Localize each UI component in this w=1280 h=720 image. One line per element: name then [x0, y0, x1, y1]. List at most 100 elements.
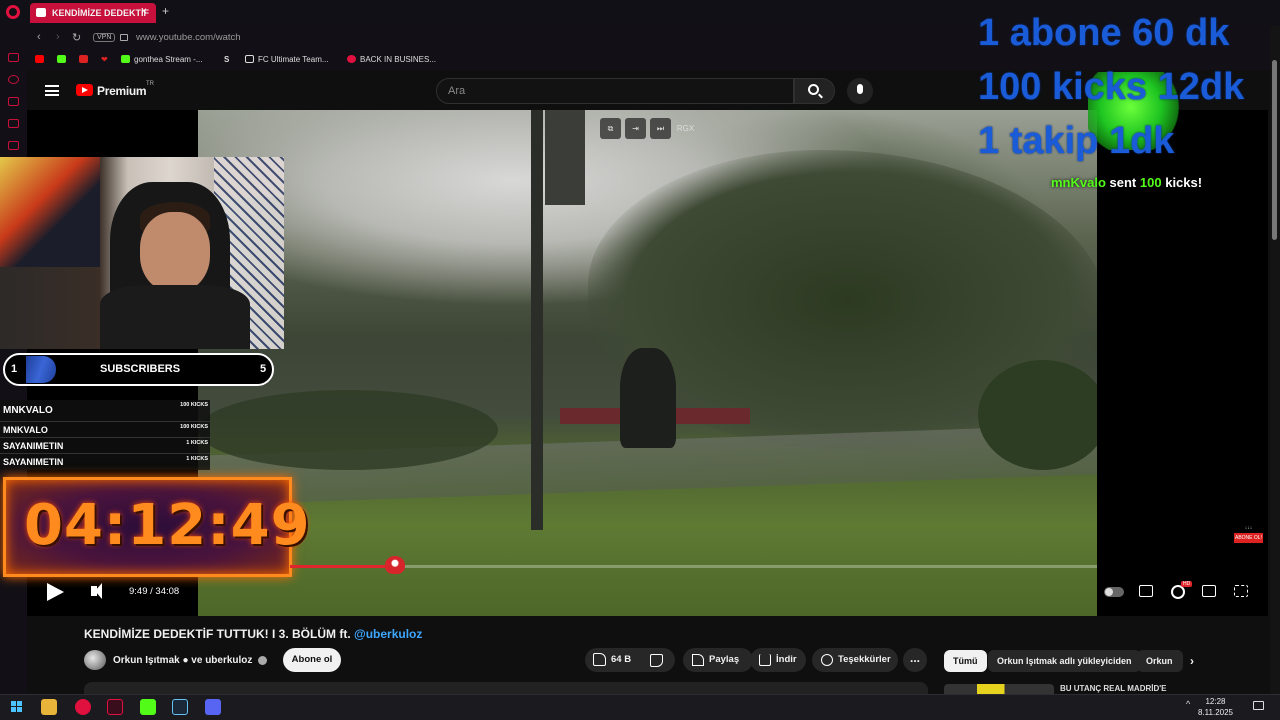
- opera-gx-active-taskbar-icon[interactable]: [107, 699, 123, 715]
- notification-center-icon[interactable]: [1253, 701, 1264, 710]
- taskbar-clock[interactable]: 12:28 8.11.2025: [1198, 696, 1233, 718]
- steam-taskbar-icon[interactable]: [172, 699, 188, 715]
- download-button[interactable]: İndir: [750, 648, 806, 672]
- bookmark-back-in-business[interactable]: BACK IN BUSINES...: [347, 55, 436, 64]
- leaderboard-row-name: SAYANIMETIN: [3, 457, 64, 467]
- subtitles-icon[interactable]: [1139, 585, 1153, 597]
- reload-icon[interactable]: ↻: [72, 31, 81, 44]
- video-title-mention-link[interactable]: @uberkuloz: [354, 627, 422, 641]
- forward-icon[interactable]: ›: [56, 31, 60, 43]
- share-button[interactable]: Paylaş: [683, 648, 753, 672]
- lock-icon[interactable]: [120, 34, 128, 41]
- bookmark-gonthea[interactable]: gonthea Stream -...: [121, 55, 202, 64]
- skip-video-icon[interactable]: ⏭: [650, 118, 671, 139]
- kick-leaderboard: MNKVALO 100 KICKS MNKVALO 100 KICKS SAYA…: [0, 400, 210, 470]
- alert-kicks: kicks!: [1165, 175, 1203, 190]
- bookmark-youtube-icon[interactable]: [35, 55, 48, 64]
- bookmark-s[interactable]: S: [224, 55, 229, 64]
- leaderboard-top-value: 100 KICKS: [180, 402, 208, 408]
- chip-all[interactable]: Tümü: [944, 650, 987, 672]
- hamburger-menu-icon[interactable]: [45, 85, 59, 96]
- verified-badge-icon: [258, 656, 267, 665]
- theater-mode-icon[interactable]: [1202, 585, 1216, 597]
- download-icon: [759, 654, 771, 666]
- search-button[interactable]: [794, 78, 835, 104]
- share-icon: [692, 654, 704, 666]
- like-icon[interactable]: [593, 653, 606, 666]
- new-tab-button[interactable]: +: [162, 4, 169, 18]
- bookmark-fc-ultimate[interactable]: FC Ultimate Team...: [245, 55, 329, 64]
- subscribe-button[interactable]: Abone ol: [283, 648, 341, 672]
- dislike-icon[interactable]: [650, 654, 663, 667]
- more-actions-button[interactable]: ...: [903, 648, 927, 672]
- sidebar-bookmark-icon[interactable]: [8, 97, 19, 106]
- opera-gx-taskbar-icon[interactable]: [75, 699, 91, 715]
- description-box[interactable]: [84, 682, 928, 694]
- sidebar-twitch-icon[interactable]: [8, 119, 19, 128]
- like-count[interactable]: 64 B: [611, 654, 631, 665]
- opera-gx-logo-icon[interactable]: [6, 5, 20, 19]
- stream-goals-overlay: 1 abone 60 dk 100 kicks 12dk 1 takip 1dk: [978, 6, 1244, 168]
- alert-amount: 100: [1139, 175, 1162, 190]
- kick-taskbar-icon[interactable]: [140, 699, 156, 715]
- tray-overflow-icon[interactable]: ^: [1186, 699, 1190, 709]
- back-icon[interactable]: ‹: [37, 31, 41, 43]
- time-total: 34:08: [155, 586, 180, 597]
- bookmark-red-icon[interactable]: [79, 55, 92, 64]
- leaderboard-row-value: 1 KICKS: [186, 456, 208, 462]
- file-explorer-icon[interactable]: [41, 699, 57, 715]
- exit-video-icon[interactable]: ⇥: [625, 118, 646, 139]
- tab-close-icon[interactable]: ×: [141, 6, 147, 17]
- recommendation-thumbnail[interactable]: [944, 684, 1054, 694]
- chip-uploader[interactable]: Orkun Işıtmak adlı yükleyiciden: [988, 650, 1141, 672]
- download-label: İndir: [776, 654, 797, 665]
- leaderboard-row-name: SAYANIMETIN: [3, 441, 64, 451]
- leaderboard-row: SAYANIMETIN 1 KICKS: [0, 454, 210, 470]
- youtube-premium-brand[interactable]: Premium: [97, 84, 147, 98]
- abone-ol-label: ABONE OL!: [1234, 533, 1263, 543]
- windows-taskbar: [0, 694, 1280, 720]
- alert-user: mnKvalo: [1051, 175, 1106, 190]
- subscribers-goal-fill: [26, 356, 56, 383]
- vpn-badge[interactable]: VPN: [93, 33, 116, 42]
- bookmark-kick-icon[interactable]: [57, 55, 70, 64]
- voice-search-mic-icon[interactable]: [847, 78, 873, 104]
- leaderboard-row-value: 100 KICKS: [180, 424, 208, 430]
- abone-ol-watermark[interactable]: ↓↓↓ ABONE OL!: [1234, 525, 1263, 543]
- sidebar-messenger-icon[interactable]: [8, 53, 19, 62]
- chips-next-chevron-icon[interactable]: ›: [1190, 654, 1194, 668]
- channel-avatar[interactable]: [84, 650, 106, 670]
- sidebar-history-icon[interactable]: [8, 75, 19, 84]
- youtube-logo-icon[interactable]: [76, 84, 93, 96]
- rgx-label: RGX: [676, 124, 695, 133]
- thanks-heart-icon: [821, 654, 833, 666]
- url-field[interactable]: www.youtube.com/watch: [136, 32, 241, 43]
- scrollbar-thumb[interactable]: [1272, 60, 1277, 240]
- tab-active[interactable]: KENDİMİZE DEDEKTİF: [30, 3, 156, 23]
- popout-video-icon[interactable]: ⧉: [600, 118, 621, 139]
- subs-goal-start: 1: [11, 363, 18, 375]
- discord-taskbar-icon[interactable]: [205, 699, 221, 715]
- abone-arrows: ↓↓↓: [1244, 525, 1253, 531]
- video-frame-park-scene[interactable]: [198, 110, 1097, 616]
- channel-name[interactable]: Orkun Işıtmak ● ve uberkuloz: [113, 655, 252, 666]
- chip-orkun[interactable]: Orkun: [1137, 650, 1183, 672]
- mushroom-scrubber-icon[interactable]: [385, 556, 405, 574]
- leaderboard-row: SAYANIMETIN 1 KICKS: [0, 438, 210, 454]
- search-input[interactable]: Ara: [436, 78, 794, 104]
- tab-title: KENDİMİZE DEDEKTİF: [52, 8, 150, 18]
- recommendation-title[interactable]: BU UTANÇ REAL MADRİD'E: [1060, 684, 1167, 693]
- clock-date: 8.11.2025: [1198, 708, 1233, 717]
- share-label: Paylaş: [709, 654, 740, 665]
- webcam-overlay: [0, 157, 284, 349]
- bookmark-heart-icon[interactable]: ❤: [101, 55, 108, 64]
- settings-gear-icon[interactable]: [1171, 585, 1185, 599]
- windows-start-icon[interactable]: [11, 701, 22, 712]
- thanks-button[interactable]: Teşekkürler: [812, 648, 898, 672]
- autoplay-toggle[interactable]: [1104, 587, 1124, 597]
- volume-icon[interactable]: [91, 583, 102, 599]
- play-icon[interactable]: [47, 583, 64, 601]
- sidebar-music-icon[interactable]: [8, 141, 19, 150]
- video-progress-bar[interactable]: [290, 565, 1097, 568]
- fullscreen-icon[interactable]: [1234, 585, 1248, 597]
